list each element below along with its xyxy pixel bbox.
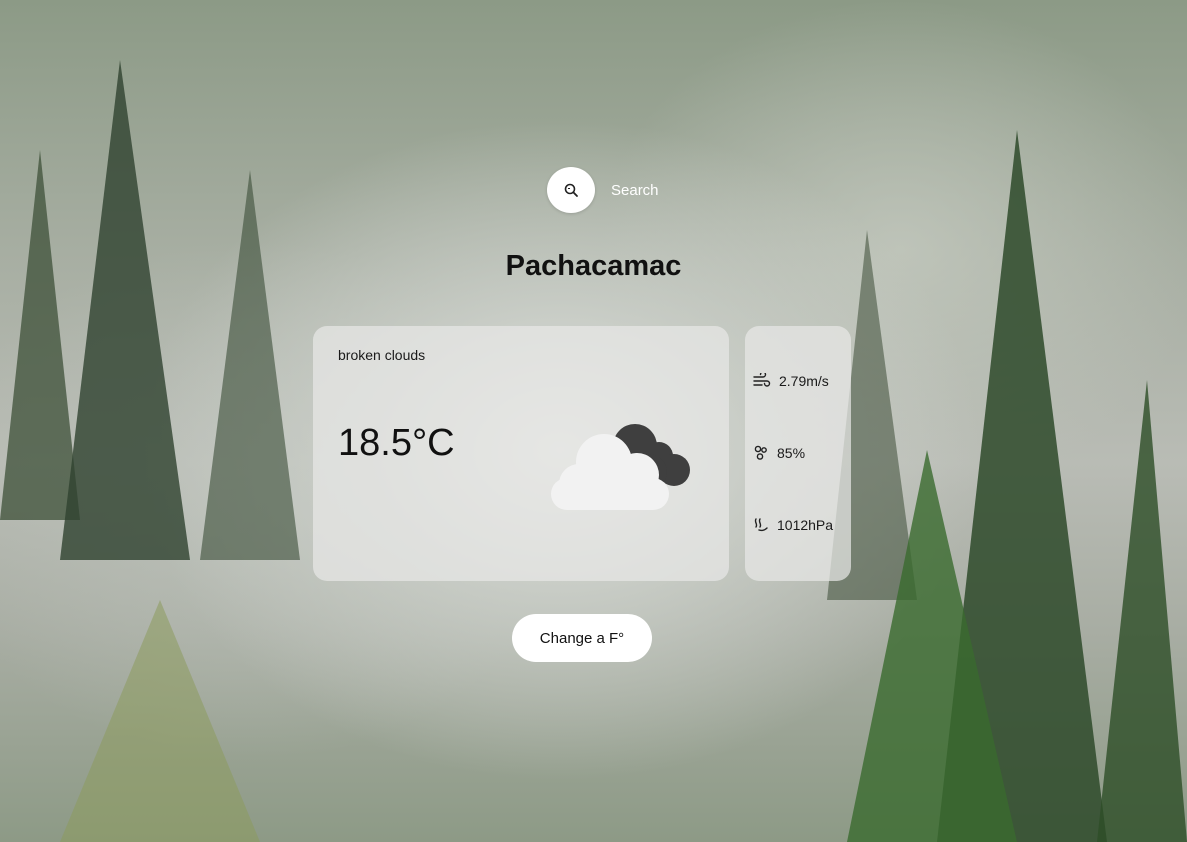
unit-toggle-button[interactable]: Change a F° (512, 614, 652, 662)
humidity-stat: 85% (753, 445, 805, 461)
wind-icon (753, 373, 771, 387)
humidity-icon (754, 445, 767, 460)
wind-speed-value: 2.79m/s (779, 373, 829, 389)
trees-left-decoration (0, 60, 300, 842)
temperature-value: 18.5°C (338, 422, 455, 464)
pressure-value: 1012hPa (777, 517, 834, 533)
city-name: Pachacamac (505, 250, 682, 282)
wind-stat: 2.79m/s (753, 373, 829, 389)
search-icon (564, 183, 578, 197)
weather-details-card: 2.79m/s 85% 1012hPa (745, 326, 851, 581)
search-input[interactable] (609, 180, 733, 200)
trees-right-decoration (827, 130, 1187, 842)
current-weather-card: broken clouds 18.5°C (313, 326, 729, 581)
pressure-icon (754, 518, 768, 532)
pressure-stat: 1012hPa (753, 517, 833, 533)
search-button[interactable] (547, 167, 595, 213)
search-bar (547, 167, 733, 213)
weather-description: broken clouds (338, 347, 426, 363)
humidity-value: 85% (777, 445, 806, 461)
broken-clouds-icon (551, 424, 690, 510)
